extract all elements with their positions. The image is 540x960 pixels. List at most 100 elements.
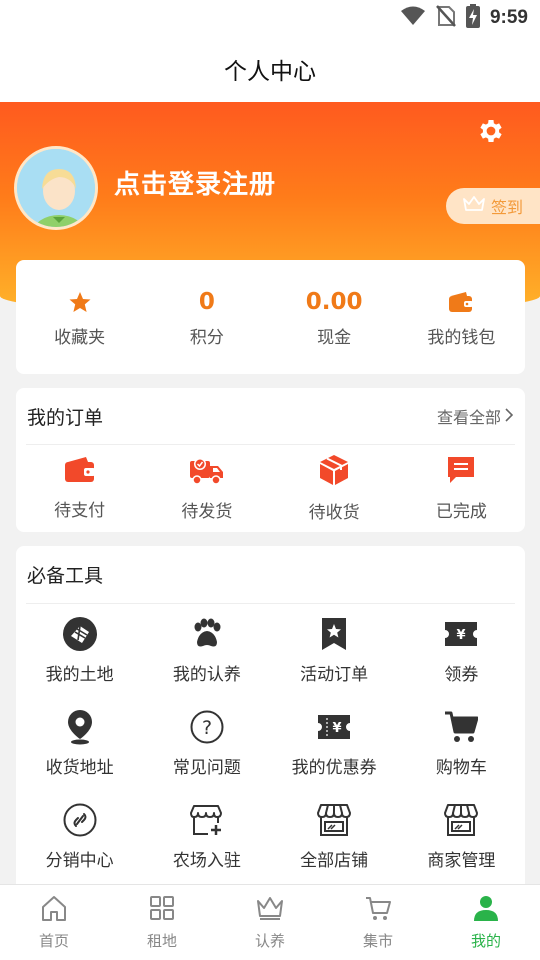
tool-label: 活动订单 bbox=[300, 665, 369, 685]
stat-favorites[interactable]: 收藏夹 bbox=[16, 260, 143, 374]
bookmark-star-icon bbox=[320, 616, 348, 652]
stat-label: 积分 bbox=[189, 327, 224, 348]
nav-label: 集市 bbox=[362, 932, 393, 950]
tool-label: 农场入驻 bbox=[172, 851, 241, 871]
bottom-nav: 首页 租地 认养 集市 我的 bbox=[0, 884, 540, 960]
star-icon bbox=[68, 287, 92, 317]
grid-icon bbox=[148, 894, 176, 926]
svg-text:¥: ¥ bbox=[457, 628, 466, 643]
order-pending-shipment[interactable]: 待发货 bbox=[143, 455, 270, 522]
tool-my-adoption[interactable]: 我的认养 bbox=[143, 604, 270, 697]
tool-label: 全部店铺 bbox=[300, 851, 369, 871]
basket-icon bbox=[364, 894, 392, 926]
ticket-icon: ¥ bbox=[317, 709, 351, 745]
nav-adopt[interactable]: 认养 bbox=[216, 885, 324, 960]
share-link-icon bbox=[63, 802, 97, 838]
nav-home[interactable]: 首页 bbox=[0, 885, 108, 960]
tool-shipping-address[interactable]: 收货地址 bbox=[16, 697, 143, 790]
avatar[interactable] bbox=[14, 146, 98, 230]
coupon-icon: ¥ bbox=[444, 616, 478, 652]
order-label: 待收货 bbox=[308, 503, 360, 523]
title-bar: 个人中心 bbox=[0, 36, 540, 102]
stat-label: 现金 bbox=[317, 327, 352, 348]
stat-cash[interactable]: 0.00 现金 bbox=[271, 260, 398, 374]
wallet-icon bbox=[448, 287, 474, 317]
tool-all-stores[interactable]: 全部店铺 bbox=[271, 790, 398, 883]
view-all-label: 查看全部 bbox=[436, 408, 501, 427]
tool-label: 常见问题 bbox=[172, 758, 241, 778]
svg-text:?: ? bbox=[202, 717, 212, 739]
tool-get-coupons[interactable]: ¥ 领券 bbox=[398, 604, 525, 697]
tool-label: 商家管理 bbox=[427, 851, 496, 871]
tool-label: 我的认养 bbox=[172, 665, 241, 685]
tool-farm-join[interactable]: 农场入驻 bbox=[143, 790, 270, 883]
orders-card: 我的订单 查看全部 待支付 待发货 待收货 已完成 bbox=[16, 388, 525, 532]
status-icons: 9:59 bbox=[400, 4, 528, 32]
tool-label: 我的土地 bbox=[45, 665, 114, 685]
avatar-icon bbox=[17, 149, 95, 227]
stat-label: 我的钱包 bbox=[427, 327, 496, 348]
tool-shopping-cart[interactable]: 购物车 bbox=[398, 697, 525, 790]
home-icon bbox=[40, 894, 68, 926]
settings-button[interactable] bbox=[476, 116, 506, 146]
stat-points[interactable]: 0 积分 bbox=[143, 260, 270, 374]
tool-label: 领券 bbox=[444, 665, 479, 685]
battery-charging-icon bbox=[465, 4, 480, 32]
order-label: 待发货 bbox=[181, 502, 233, 522]
nav-mine[interactable]: 我的 bbox=[432, 885, 540, 960]
orders-title: 我的订单 bbox=[27, 406, 104, 429]
stat-wallet[interactable]: 我的钱包 bbox=[398, 260, 525, 374]
tool-label: 分销中心 bbox=[45, 851, 114, 871]
order-label: 待支付 bbox=[54, 501, 106, 521]
stat-label: 收藏夹 bbox=[54, 327, 106, 348]
tools-title: 必备工具 bbox=[27, 565, 104, 587]
nav-label: 我的 bbox=[470, 932, 501, 950]
stat-value: 0.00 bbox=[305, 288, 363, 315]
nav-label: 首页 bbox=[38, 932, 69, 950]
tool-my-coupons[interactable]: ¥ 我的优惠券 bbox=[271, 697, 398, 790]
no-sim-icon bbox=[436, 5, 456, 31]
land-icon bbox=[62, 616, 98, 652]
tool-label: 购物车 bbox=[435, 758, 487, 778]
tool-activity-orders[interactable]: 活动订单 bbox=[271, 604, 398, 697]
gear-icon bbox=[476, 120, 506, 150]
status-bar: 9:59 bbox=[0, 0, 540, 36]
signin-button[interactable]: 签到 bbox=[446, 188, 540, 224]
store-icon bbox=[317, 802, 352, 838]
wallet-icon bbox=[64, 456, 96, 488]
nav-rent-land[interactable]: 租地 bbox=[108, 885, 216, 960]
login-register-link[interactable]: 点击登录注册 bbox=[114, 164, 276, 201]
view-all-orders-link[interactable]: 查看全部 bbox=[436, 404, 514, 428]
wifi-icon bbox=[400, 6, 426, 30]
nav-market[interactable]: 集市 bbox=[324, 885, 432, 960]
tool-faq[interactable]: ? 常见问题 bbox=[143, 697, 270, 790]
farm-join-icon bbox=[189, 802, 224, 838]
signin-label: 签到 bbox=[490, 198, 523, 217]
store-manage-icon bbox=[444, 802, 479, 838]
order-label: 已完成 bbox=[435, 502, 487, 522]
location-pin-icon bbox=[65, 709, 95, 745]
stats-card: 收藏夹 0 积分 0.00 现金 我的钱包 bbox=[16, 260, 525, 374]
order-completed[interactable]: 已完成 bbox=[398, 455, 525, 522]
svg-text:¥: ¥ bbox=[333, 721, 342, 736]
paw-icon bbox=[190, 616, 224, 652]
order-status-row: 待支付 待发货 待收货 已完成 bbox=[16, 445, 525, 532]
truck-icon bbox=[189, 455, 225, 489]
tools-header: 必备工具 bbox=[16, 546, 525, 603]
orders-header: 我的订单 查看全部 bbox=[16, 388, 525, 444]
tool-my-land[interactable]: 我的土地 bbox=[16, 604, 143, 697]
status-time: 9:59 bbox=[489, 7, 528, 28]
tools-grid: 我的土地 我的认养 活动订单 ¥ 领券 收货地址 ? 常见问题 ¥ 我的优惠券 … bbox=[16, 604, 525, 883]
nav-label: 租地 bbox=[146, 932, 177, 950]
order-pending-payment[interactable]: 待支付 bbox=[16, 456, 143, 521]
tools-card: 必备工具 我的土地 我的认养 活动订单 ¥ 领券 收货地址 ? 常见问题 ¥ 我… bbox=[16, 546, 525, 886]
tool-merchant-management[interactable]: 商家管理 bbox=[398, 790, 525, 883]
nav-label: 认养 bbox=[254, 932, 285, 950]
crown-icon bbox=[255, 894, 285, 926]
tool-distribution-center[interactable]: 分销中心 bbox=[16, 790, 143, 883]
chevron-right-icon bbox=[505, 407, 514, 426]
question-icon: ? bbox=[190, 709, 224, 745]
tool-label: 收货地址 bbox=[45, 758, 114, 778]
order-pending-receipt[interactable]: 待收货 bbox=[271, 454, 398, 523]
stat-value: 0 bbox=[198, 288, 215, 315]
